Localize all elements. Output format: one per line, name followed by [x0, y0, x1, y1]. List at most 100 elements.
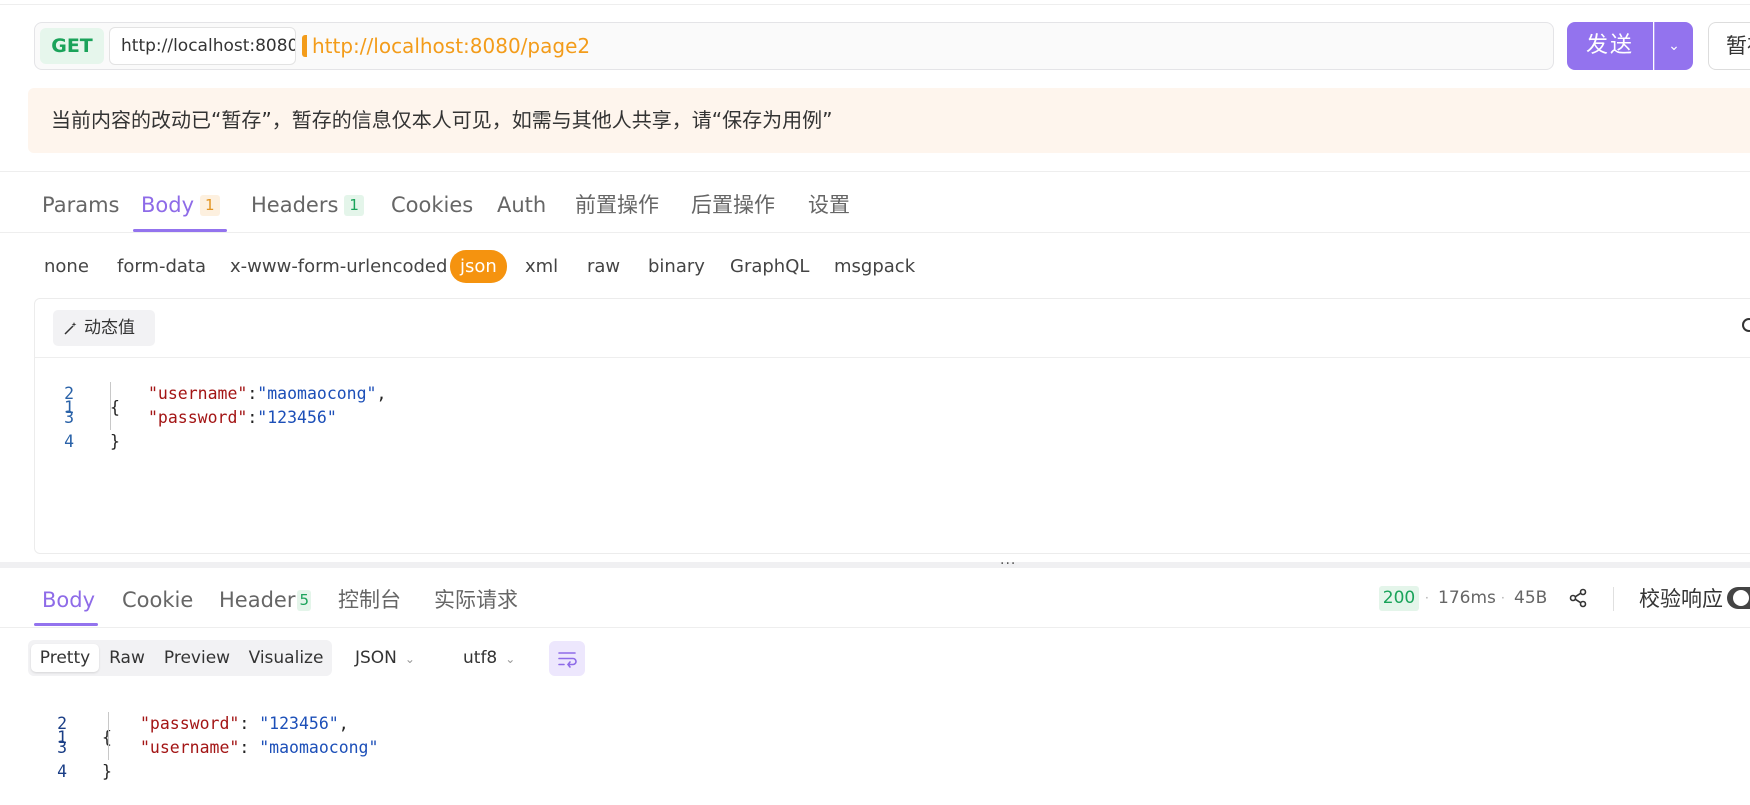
- chevron-down-icon: ⌄: [505, 652, 516, 666]
- status-badge: 200: [1379, 586, 1419, 611]
- word-wrap-button[interactable]: [549, 641, 585, 676]
- share-icon[interactable]: [1568, 588, 1588, 608]
- tab-label: Headers: [251, 193, 339, 217]
- indent-guide: [108, 712, 109, 760]
- method-select[interactable]: GET: [40, 28, 104, 64]
- tab-body[interactable]: Body 1: [141, 190, 220, 220]
- tab-cookies[interactable]: Cookies: [391, 190, 473, 220]
- line-number: 4: [64, 432, 74, 451]
- json-punct: ,: [338, 714, 349, 733]
- chevron-down-icon: ⌄: [1668, 38, 1680, 54]
- tab-label: Header: [219, 588, 296, 612]
- active-tab-indicator: [34, 623, 98, 626]
- body-type-json[interactable]: json: [450, 250, 507, 283]
- base-url-select[interactable]: http://localhost:8080: [109, 27, 296, 65]
- response-tab-body[interactable]: Body: [42, 585, 95, 615]
- tab-label: Cookies: [391, 193, 474, 217]
- code-text: {: [102, 728, 112, 747]
- json-key: "username": [140, 738, 240, 757]
- dynamic-value-label: 动态值: [84, 318, 135, 338]
- format-preview[interactable]: Preview: [158, 644, 236, 672]
- tab-pre-processors[interactable]: 前置操作: [575, 190, 659, 220]
- line-number: 3: [64, 408, 74, 427]
- divider: [0, 232, 1750, 233]
- select-value: JSON: [355, 648, 397, 668]
- panel-splitter[interactable]: [0, 562, 1750, 568]
- body-type-binary[interactable]: binary: [648, 252, 705, 282]
- separator-dot: ·: [1501, 591, 1505, 605]
- verify-response-label: 校验响应: [1639, 587, 1723, 611]
- line-number: 4: [57, 762, 67, 781]
- response-tab-cookie[interactable]: Cookie: [122, 585, 193, 615]
- tab-label: 设置: [808, 193, 850, 217]
- count-badge: 5: [297, 590, 312, 611]
- tab-label: Auth: [497, 193, 547, 217]
- body-type-urlencoded[interactable]: x-www-form-urlencoded: [230, 252, 447, 282]
- request-code: 1{ 2 "username":"maomaocong", 3 "password"…: [34, 358, 386, 515]
- drag-handle-icon[interactable]: ···: [1000, 556, 1016, 572]
- divider: [35, 357, 1750, 358]
- code-text: {: [110, 398, 120, 417]
- json-key: "password": [140, 714, 240, 733]
- dynamic-value-button[interactable]: 动态值: [53, 310, 155, 346]
- content-type-select[interactable]: JSON ⌄: [355, 644, 415, 672]
- tab-label: Params: [42, 193, 120, 217]
- line-number: 3: [57, 738, 67, 757]
- tab-params[interactable]: Params: [42, 190, 120, 220]
- indent-guide: [110, 382, 111, 430]
- code-text: }: [110, 432, 120, 451]
- chevron-down-icon: ⌄: [404, 652, 415, 666]
- word-wrap-icon: [558, 652, 577, 668]
- save-draft-button[interactable]: 暂存: [1708, 22, 1750, 70]
- response-tab-console[interactable]: 控制台: [338, 585, 401, 615]
- json-value: "123456": [259, 714, 339, 733]
- format-pretty[interactable]: Pretty: [31, 644, 99, 672]
- response-tab-actual-request[interactable]: 实际请求: [434, 585, 518, 615]
- tab-auth[interactable]: Auth: [497, 190, 546, 220]
- tab-label: 后置操作: [691, 193, 775, 217]
- json-value: "maomaocong": [257, 384, 377, 403]
- url-input[interactable]: http://localhost:8080/page2: [312, 31, 590, 61]
- body-type-raw[interactable]: raw: [587, 252, 620, 282]
- tab-post-processors[interactable]: 后置操作: [691, 190, 775, 220]
- response-size: 45B: [1514, 588, 1548, 608]
- line-number: 2: [57, 714, 67, 733]
- response-time: 176ms: [1438, 588, 1496, 608]
- json-value: "123456": [257, 408, 337, 427]
- url-cursor-marker: [302, 35, 307, 57]
- count-badge: 1: [344, 195, 364, 216]
- body-type-msgpack[interactable]: msgpack: [834, 252, 915, 282]
- count-badge: 1: [200, 195, 220, 216]
- magic-wand-icon: [64, 322, 77, 335]
- body-type-xml[interactable]: xml: [525, 252, 558, 282]
- code-text: }: [102, 762, 112, 781]
- json-key: "username": [148, 384, 248, 403]
- response-tab-header[interactable]: Header 5: [219, 585, 312, 615]
- format-raw[interactable]: Raw: [103, 644, 151, 672]
- editor-settings-icon[interactable]: [1742, 318, 1750, 332]
- tab-headers[interactable]: Headers 1: [251, 190, 364, 220]
- body-type-graphql[interactable]: GraphQL: [730, 252, 809, 282]
- line-number: 2: [64, 384, 74, 403]
- tab-label: 前置操作: [575, 193, 659, 217]
- json-punct: ,: [376, 384, 387, 403]
- select-value: utf8: [463, 648, 498, 668]
- send-dropdown-button[interactable]: ⌄: [1654, 22, 1693, 70]
- divider: [0, 171, 1750, 172]
- tab-label: Body: [141, 193, 195, 217]
- draft-notice: 当前内容的改动已“暂存”，暂存的信息仅本人可见，如需与其他人共享，请“保存为用例…: [28, 88, 1750, 153]
- send-button[interactable]: 发送: [1567, 22, 1653, 70]
- response-code: 1{ 2 "password": "123456", 3 "username": "…: [27, 688, 378, 805]
- body-type-none[interactable]: none: [44, 252, 89, 282]
- body-type-form-data[interactable]: form-data: [117, 252, 206, 282]
- divider: [0, 627, 1750, 628]
- separator-dot: ·: [1425, 591, 1429, 605]
- format-visualize[interactable]: Visualize: [243, 644, 329, 672]
- top-divider: [0, 4, 1750, 5]
- divider: [1613, 587, 1614, 611]
- toggle-knob: [1733, 590, 1749, 606]
- json-value: "maomaocong": [259, 738, 379, 757]
- json-key: "password": [148, 408, 248, 427]
- tab-settings[interactable]: 设置: [808, 190, 850, 220]
- encoding-select[interactable]: utf8 ⌄: [463, 644, 515, 672]
